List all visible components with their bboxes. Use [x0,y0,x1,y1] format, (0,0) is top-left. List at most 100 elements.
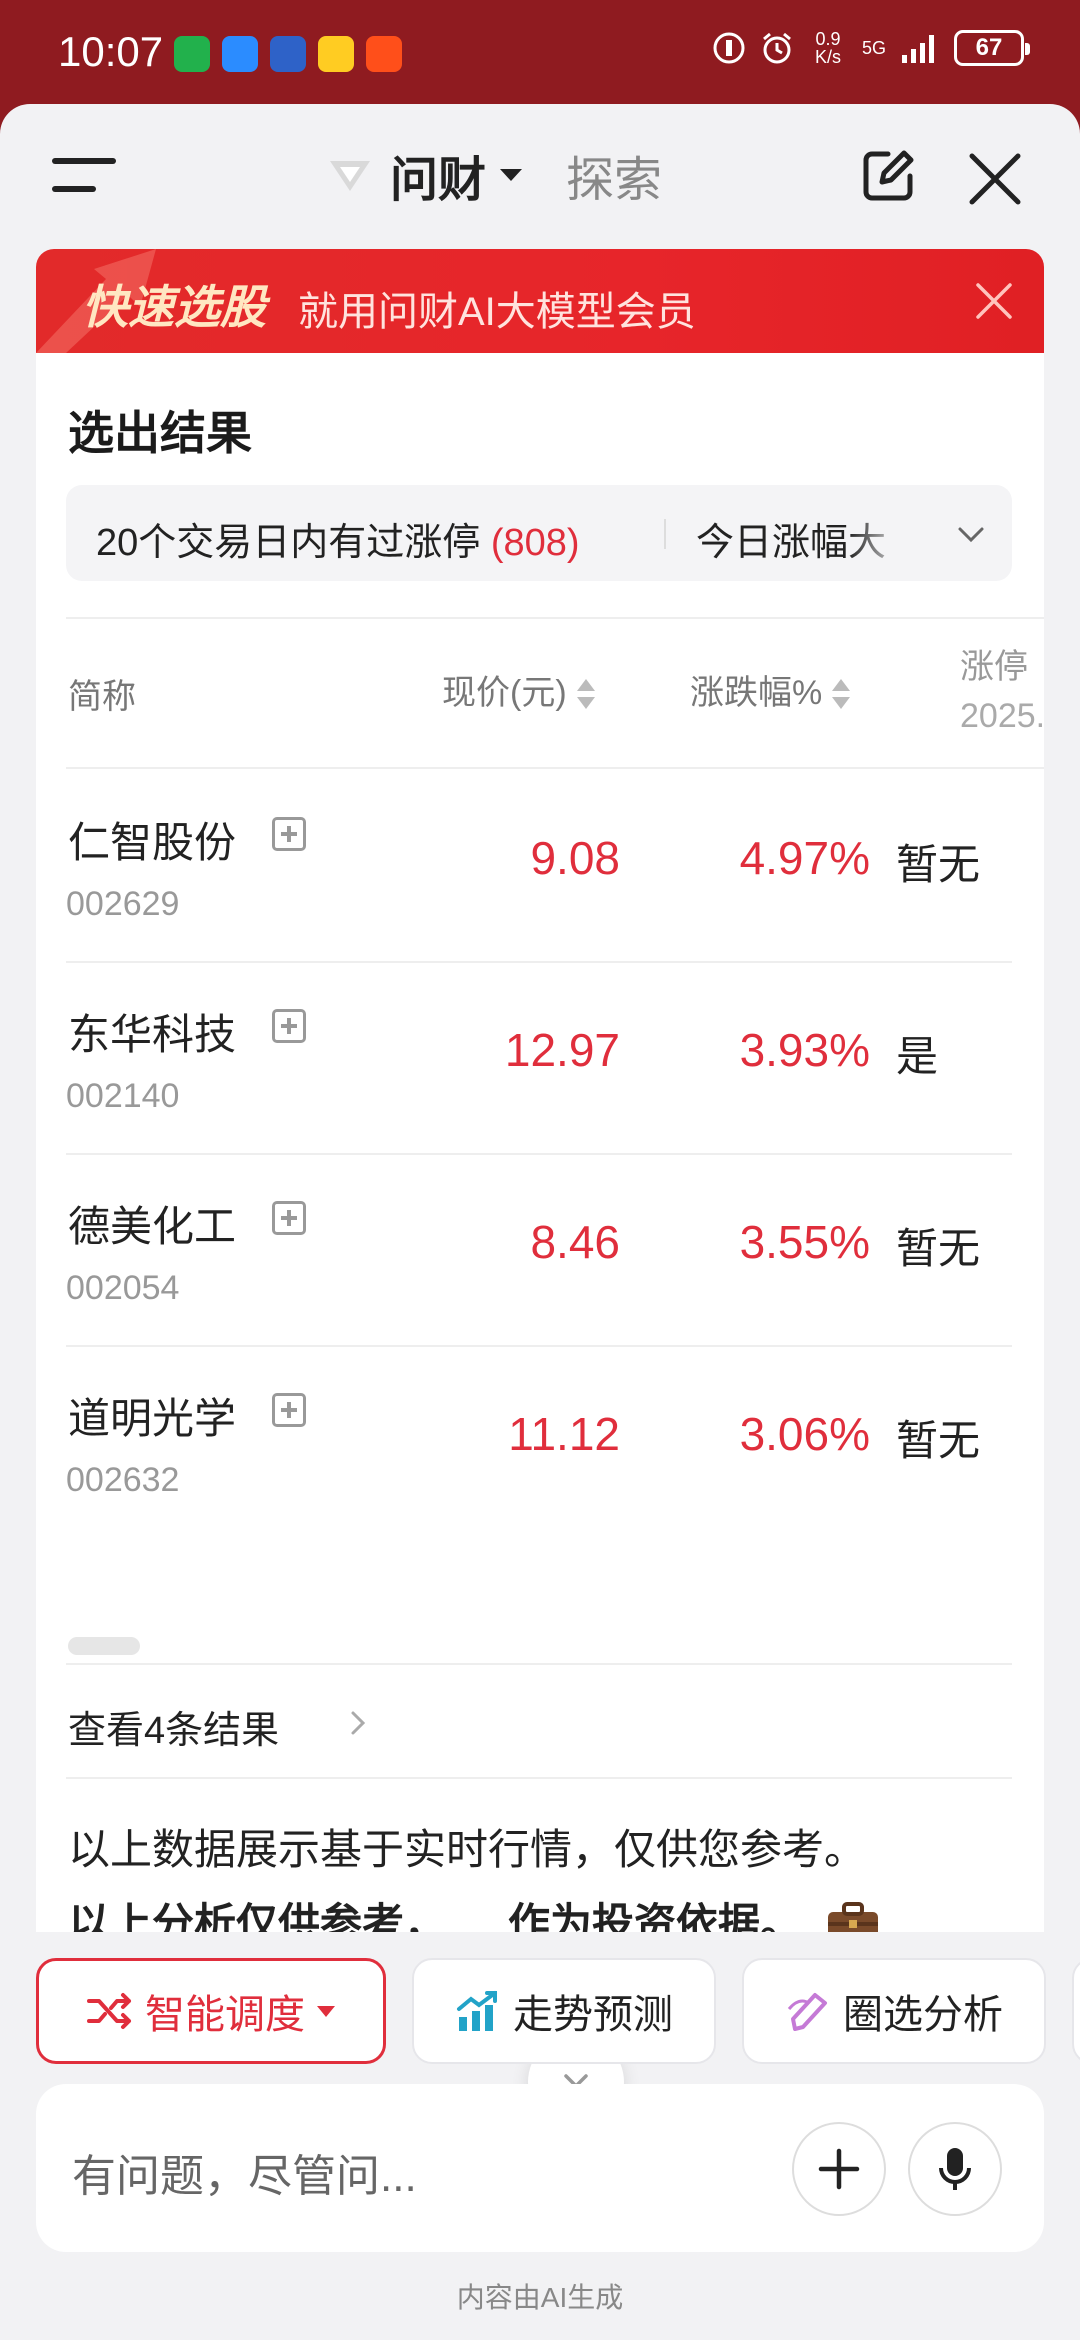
promo-banner[interactable]: 快速选股 就用问财AI大模型会员 [36,249,1044,353]
shuffle-icon [87,1993,131,2029]
sort-icon [576,675,595,715]
mic-icon [939,2148,971,2190]
signal-icon [902,35,934,63]
col-name: 简称 [68,678,136,716]
alarm-icon [763,32,791,64]
close-icon[interactable] [966,150,1024,208]
col-price: 现价(元) [442,674,567,712]
col-limit-date: 2025. [960,697,1046,735]
add-watch-icon[interactable] [272,1201,306,1235]
stock-change: 4.97% [739,832,870,884]
trend-chart-icon [457,1991,497,2031]
status-indicators: 0.9 K/s 5G 67 [712,29,1030,67]
game-app-icon [318,36,354,72]
add-watch-icon[interactable] [272,1393,306,1427]
stock-code: 002140 [66,1077,180,1115]
stock-code: 002629 [66,885,180,923]
add-watch-icon[interactable] [272,1009,306,1043]
col-price-sort[interactable]: 现价(元) [442,665,595,715]
stock-price: 11.12 [508,1408,620,1460]
status-time: 10:07 [58,28,164,75]
stock-name: 东华科技 [68,1011,237,1058]
battery-indicator: 67 [954,30,1030,66]
bank-app-icon [270,36,306,72]
main-sheet: 问财 探索 快速选股 就用问财AI大模型会员 选出结果 20个交易日内有过涨停 … [0,104,1080,2340]
stock-limit: 是 [896,1033,939,1080]
stock-limit: 暂无 [896,1417,981,1464]
stock-price: 9.08 [530,832,620,884]
taobao-icon [366,36,402,72]
close-icon[interactable] [974,281,1014,321]
sort-icon [832,675,851,715]
net-type: 5G [861,38,886,58]
table-row[interactable]: 仁智股份 002629 9.08 4.97% 暂无 [66,771,1012,963]
pen-select-icon [787,1993,827,2031]
top-bar: 问财 探索 [0,104,1080,244]
promo-title: 快速选股 [82,281,266,333]
filter-sort-label: 今日涨幅大 [696,511,908,566]
add-attachment-button[interactable] [792,2122,886,2216]
page-title: 问财 [390,154,487,207]
chip-label: 走势预测 [513,1993,673,2037]
trend-forecast-chip[interactable]: 走势预测 [412,1958,716,2064]
voice-input-button[interactable] [908,2122,1002,2216]
disclaimer-line1: 以上数据展示基于实时行情，仅供您参考。 [68,1826,867,1873]
col-change-sort[interactable]: 涨跌幅% [690,665,851,715]
stock-change: 3.55% [739,1216,870,1268]
filter-count: (808) [490,522,580,564]
add-watch-icon[interactable] [272,817,306,851]
title-switcher[interactable]: 问财 探索 [326,140,662,210]
chat-composer: 有问题，尽管问... [36,2084,1044,2252]
status-bar: 10:07 0.9 K/s 5G 67 [0,0,1080,104]
circle-analysis-chip[interactable]: 圈选分析 [742,1958,1046,2064]
chevron-down-icon [500,169,523,181]
stock-limit: 暂无 [896,841,981,888]
table-row[interactable]: 东华科技 002140 12.97 3.93% 是 [66,963,1012,1155]
stock-code: 002632 [66,1461,180,1499]
stock-price: 12.97 [504,1024,620,1076]
chip-label: 圈选分析 [843,1993,1003,2037]
filter-condition: 20个交易日内有过涨停 (808) [96,511,580,566]
stock-code: 002054 [66,1269,180,1307]
message-icon [222,36,258,72]
stock-name: 道明光学 [68,1395,237,1442]
menu-icon[interactable] [52,156,116,196]
status-app-icons [174,36,402,72]
stock-change: 3.06% [739,1408,870,1460]
stock-name: 仁智股份 [68,819,237,866]
results-card: 选出结果 20个交易日内有过涨停 (808) 今日涨幅大 简称 现价(元) 涨跌… [36,353,1046,2130]
ai-generated-note: 内容由AI生成 [456,2282,624,2313]
results-title: 选出结果 [68,407,252,459]
table-row[interactable]: 德美化工 002054 8.46 3.55% 暂无 [66,1155,1012,1347]
table-row[interactable]: 道明光学 002632 11.12 3.06% 暂无 [66,1347,1012,1539]
view-more-label: 查看4条结果 [68,1710,280,1752]
stock-limit: 暂无 [896,1225,981,1272]
chat-input[interactable]: 有问题，尽管问... [72,2140,417,2204]
chevron-down-icon [958,527,984,543]
net-speed: 0.9 K/s [814,29,841,67]
nfc-icon [713,32,745,64]
col-change: 涨跌幅% [690,674,823,712]
chip-label: 智能调度 [145,1993,305,2037]
smart-dispatch-chip[interactable]: 智能调度 [36,1958,386,2064]
chevron-right-icon [351,1711,366,1735]
logo-icon [330,161,370,191]
edit-icon[interactable] [858,146,918,206]
quick-action-bar: 智能调度 走势预测 圈选分析 [0,1932,1080,2064]
table-header: 简称 现价(元) 涨跌幅% 涨停 2025. [66,617,1046,769]
wechat-icon [174,36,210,72]
stock-price: 8.46 [530,1216,620,1268]
divider [664,519,666,549]
more-chip[interactable] [1072,1958,1080,2064]
plus-icon [818,2148,860,2190]
horizontal-scrollbar[interactable] [68,1637,140,1655]
filter-selector[interactable]: 20个交易日内有过涨停 (808) 今日涨幅大 [66,485,1012,581]
stock-name: 德美化工 [68,1203,237,1250]
col-limit: 涨停 [960,648,1028,686]
promo-subtitle: 就用问财AI大模型会员 [298,290,696,334]
filter-condition-text: 20个交易日内有过涨停 [96,522,481,564]
stock-change: 3.93% [739,1024,870,1076]
view-more-results-link[interactable]: 查看4条结果 [66,1663,1012,1779]
chevron-down-icon [317,2005,335,2017]
tab-explore[interactable]: 探索 [566,140,662,210]
